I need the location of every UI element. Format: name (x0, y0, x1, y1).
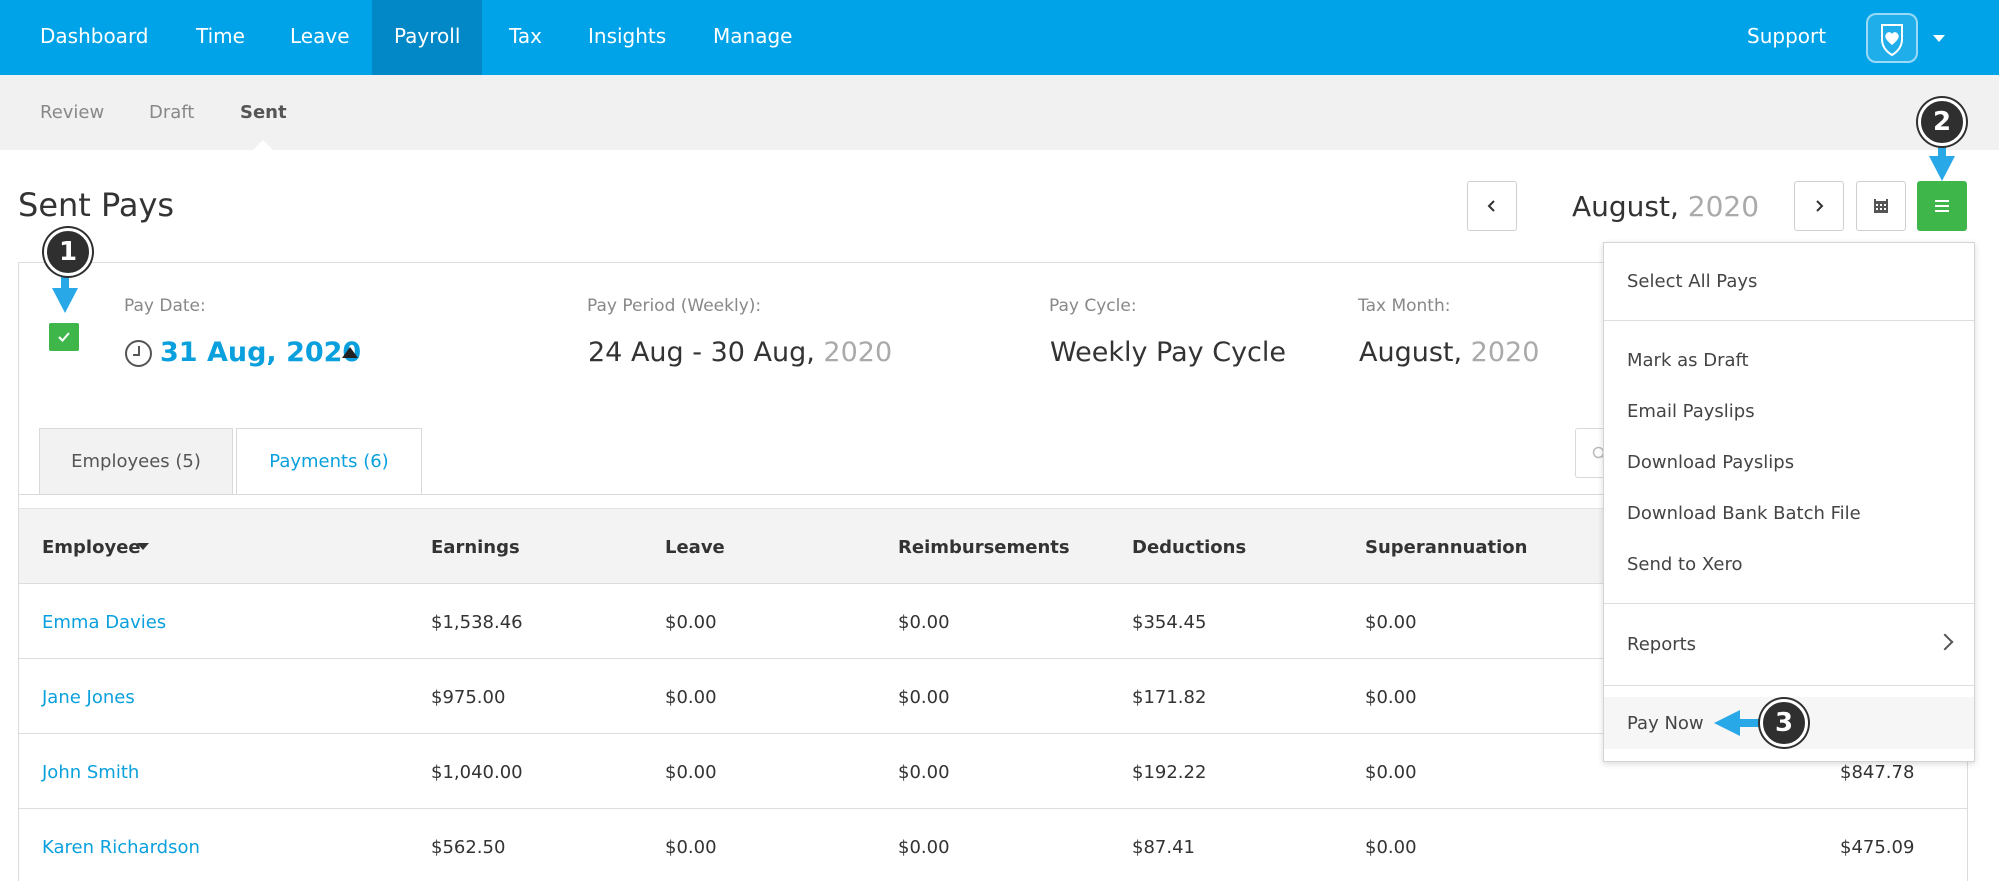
select-pay-checkbox[interactable] (49, 323, 79, 351)
company-logo-button[interactable] (1866, 13, 1918, 63)
hamburger-icon-line (1935, 205, 1949, 207)
earnings-cell: $562.50 (431, 837, 506, 858)
leave-cell: $0.00 (665, 612, 717, 633)
collapse-triangle-icon[interactable] (342, 347, 358, 358)
callout-badge-3: 3 (1760, 699, 1808, 747)
reimbursements-cell: $0.00 (898, 687, 950, 708)
header-leave: Leave (665, 537, 725, 558)
employee-link[interactable]: John Smith (42, 762, 139, 783)
header-deductions: Deductions (1132, 537, 1247, 558)
superannuation-cell: $0.00 (1365, 687, 1417, 708)
tab-employees[interactable]: Employees (5) (39, 428, 233, 494)
clock-icon (125, 340, 152, 367)
chevron-left-icon (1487, 200, 1495, 212)
menu-mark-as-draft[interactable]: Mark as Draft (1627, 350, 1749, 371)
deductions-cell: $192.22 (1132, 762, 1207, 783)
employee-link[interactable]: Karen Richardson (42, 837, 200, 858)
subnav-review[interactable]: Review (40, 75, 104, 150)
callout-badge-1: 1 (44, 228, 92, 276)
actions-menu-button[interactable] (1917, 181, 1967, 231)
menu-divider (1604, 603, 1974, 604)
employee-link[interactable]: Emma Davies (42, 612, 166, 633)
menu-select-all-pays[interactable]: Select All Pays (1627, 271, 1757, 292)
pay-cycle-label: Pay Cycle: (1049, 296, 1137, 316)
earnings-cell: $975.00 (431, 687, 506, 708)
menu-download-payslips[interactable]: Download Payslips (1627, 452, 1794, 473)
pay-period-year: 2020 (823, 337, 893, 368)
calendar-icon (1874, 199, 1888, 213)
leave-cell: $0.00 (665, 837, 717, 858)
menu-divider (1604, 320, 1974, 321)
active-tab-pointer (252, 140, 274, 151)
header-employee[interactable]: Employee (42, 537, 141, 558)
hamburger-icon (1935, 200, 1949, 202)
callout-arrow-2-head (1929, 156, 1955, 181)
pay-period-label: Pay Period (Weekly): (587, 296, 762, 316)
sort-desc-icon[interactable] (137, 543, 149, 550)
month-name: August, (1572, 190, 1679, 223)
menu-download-bank-batch-file[interactable]: Download Bank Batch File (1627, 503, 1861, 524)
nav-insights[interactable]: Insights (566, 0, 688, 75)
leave-cell: $0.00 (665, 762, 717, 783)
nav-payroll[interactable]: Payroll (372, 0, 483, 75)
tax-month-value: August, 2020 (1359, 337, 1539, 368)
employee-link[interactable]: Jane Jones (42, 687, 135, 708)
pay-period-value: 24 Aug - 30 Aug, 2020 (588, 337, 892, 368)
row-divider (19, 808, 1968, 809)
menu-pay-now[interactable]: Pay Now (1627, 713, 1704, 734)
header-reimbursements: Reimbursements (898, 537, 1070, 558)
net-pay-cell: $847.78 (1840, 762, 1915, 783)
deductions-cell: $354.45 (1132, 612, 1207, 633)
previous-month-button[interactable] (1467, 181, 1517, 231)
pay-date-label: Pay Date: (124, 296, 206, 316)
nav-tax[interactable]: Tax (487, 0, 564, 75)
sub-navigation: Review Draft Sent (0, 75, 1999, 150)
pay-cycle-value: Weekly Pay Cycle (1050, 337, 1286, 368)
reimbursements-cell: $0.00 (898, 762, 950, 783)
support-link[interactable]: Support (1747, 0, 1826, 75)
tax-month-name: August, (1359, 337, 1463, 368)
reimbursements-cell: $0.00 (898, 612, 950, 633)
superannuation-cell: $0.00 (1365, 612, 1417, 633)
net-pay-cell: $475.09 (1840, 837, 1915, 858)
menu-email-payslips[interactable]: Email Payslips (1627, 401, 1755, 422)
header-earnings: Earnings (431, 537, 520, 558)
pay-date-value[interactable]: 31 Aug, 2020 (160, 337, 361, 368)
tax-month-label: Tax Month: (1358, 296, 1451, 316)
page-title: Sent Pays (18, 186, 175, 224)
account-dropdown-icon[interactable] (1933, 35, 1945, 42)
pay-period-range: 24 Aug - 30 Aug, (588, 337, 815, 368)
subnav-draft[interactable]: Draft (149, 75, 194, 150)
subnav-sent[interactable]: Sent (240, 75, 287, 150)
nav-manage[interactable]: Manage (691, 0, 814, 75)
menu-reports[interactable]: Reports (1627, 634, 1696, 655)
earnings-cell: $1,040.00 (431, 762, 523, 783)
superannuation-cell: $0.00 (1365, 837, 1417, 858)
tab-payments[interactable]: Payments (6) (236, 428, 422, 494)
calendar-button[interactable] (1856, 181, 1906, 231)
earnings-cell: $1,538.46 (431, 612, 523, 633)
reimbursements-cell: $0.00 (898, 837, 950, 858)
nav-leave[interactable]: Leave (268, 0, 372, 75)
month-year: 2020 (1687, 190, 1760, 223)
chevron-right-icon (1816, 200, 1824, 212)
menu-divider (1604, 685, 1974, 686)
leave-cell: $0.00 (665, 687, 717, 708)
current-month: August, 2020 (1572, 190, 1759, 223)
header-superannuation: Superannuation (1365, 537, 1528, 558)
tax-month-year: 2020 (1470, 337, 1540, 368)
nav-dashboard[interactable]: Dashboard (18, 0, 171, 75)
menu-send-to-xero[interactable]: Send to Xero (1627, 554, 1742, 575)
heart-hands-icon (1881, 24, 1903, 57)
next-month-button[interactable] (1794, 181, 1844, 231)
superannuation-cell: $0.00 (1365, 762, 1417, 783)
checkmark-icon (58, 332, 70, 342)
callout-badge-2: 2 (1918, 98, 1966, 146)
top-navigation: Dashboard Time Leave Payroll Tax Insight… (0, 0, 1999, 75)
nav-time[interactable]: Time (173, 0, 268, 75)
hamburger-icon-line (1935, 210, 1949, 212)
deductions-cell: $87.41 (1132, 837, 1195, 858)
deductions-cell: $171.82 (1132, 687, 1207, 708)
